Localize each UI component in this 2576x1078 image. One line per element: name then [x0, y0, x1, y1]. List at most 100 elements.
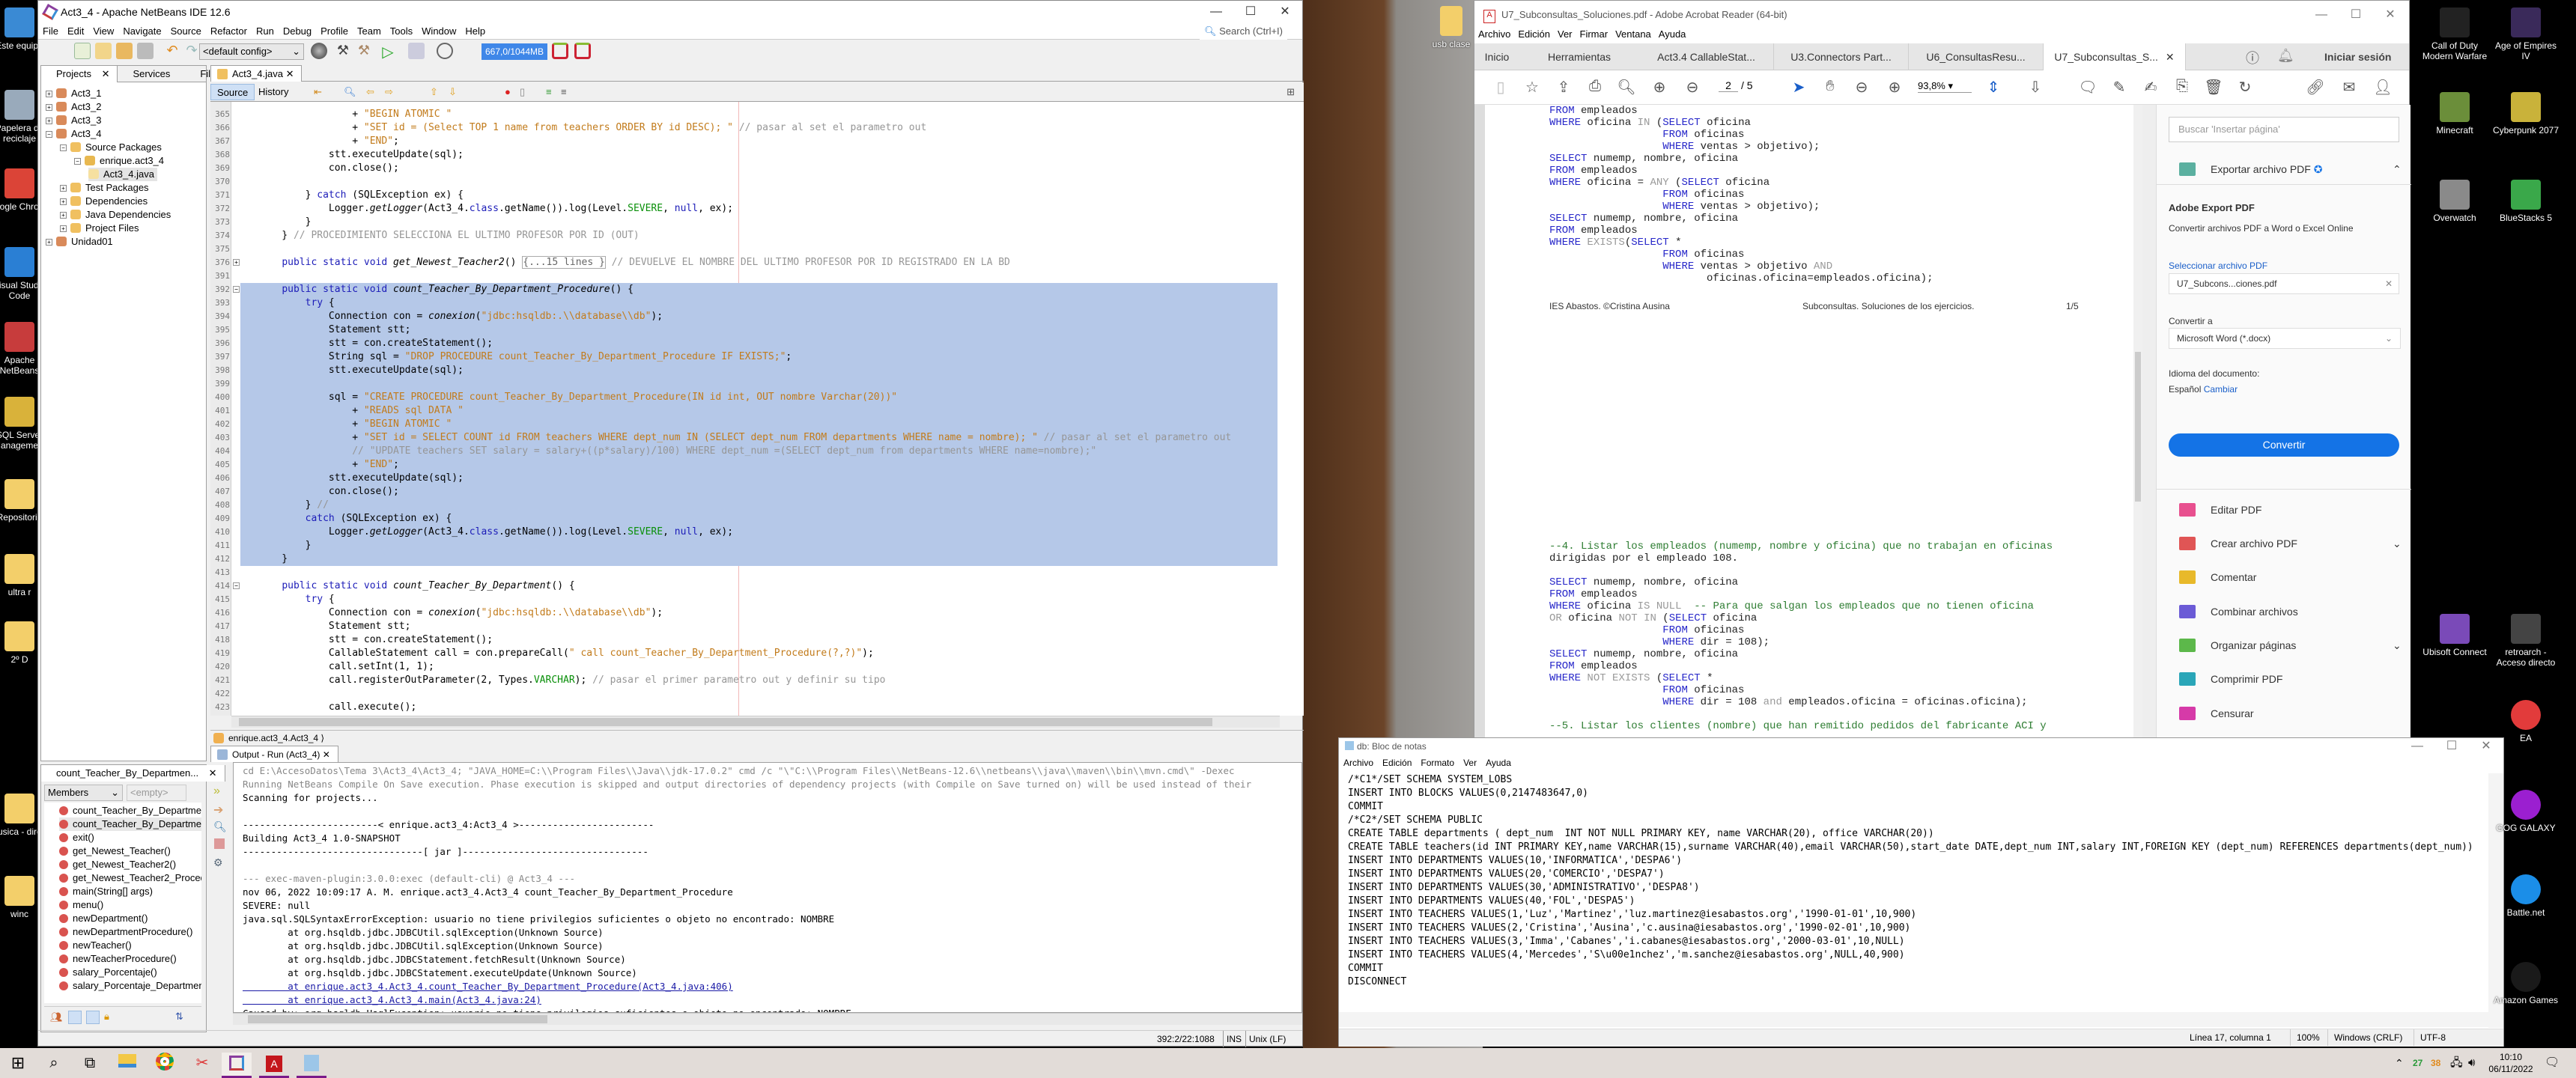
expand-toggle-icon[interactable]: +	[60, 185, 67, 192]
document-tab[interactable]: U6_ConsultasResu...	[1909, 43, 2044, 70]
code-line[interactable]: 365 + "BEGIN ATOMIC "	[210, 108, 1278, 121]
save-all-icon[interactable]	[137, 43, 154, 59]
code-line[interactable]: 367 + "END";	[210, 135, 1278, 148]
breadcrumb-item[interactable]: enrique.act3_4.Act3_4	[228, 733, 318, 743]
fill-sign-icon[interactable]: ⎘	[2172, 78, 2192, 95]
save-icon[interactable]: ▯	[1491, 78, 1510, 97]
settings-icon[interactable]: ⚙	[213, 856, 223, 869]
history-view-button[interactable]: History	[252, 84, 294, 100]
menu-view[interactable]: View	[88, 23, 118, 40]
menu-item[interactable]: Ver	[1463, 758, 1477, 768]
show-hidden-icons[interactable]: ⌃	[2395, 1048, 2404, 1078]
run-icon[interactable]: ▷	[380, 43, 396, 61]
desktop-icon[interactable]: musica - direct	[0, 794, 37, 837]
menu-tools[interactable]: Tools	[386, 23, 417, 40]
code-area[interactable]: 365 + "BEGIN ATOMIC " 366 + "SET id = (Se…	[210, 102, 1304, 716]
expand-toggle-icon[interactable]: +	[46, 91, 52, 97]
pdf-document-view[interactable]: IES Abastos. ©Cristina Ausina Subconsult…	[1474, 105, 2142, 738]
code-line[interactable]: 420 call.setInt(1, 1);	[210, 660, 1278, 674]
tray-badge-green[interactable]: 27	[2413, 1048, 2422, 1078]
member-item[interactable]: newTeacherProcedure()	[59, 952, 177, 966]
maximize-button[interactable]: ☐	[2339, 4, 2373, 26]
member-item[interactable]: count_Teacher_By_Departmen	[59, 804, 201, 817]
chevron-down-icon[interactable]: ⌄	[2393, 637, 2402, 654]
tree-item[interactable]: + Project Files	[60, 222, 139, 235]
clock[interactable]: 10:10 06/11/2022	[2488, 1048, 2534, 1078]
desktop-icon[interactable]: Este equipo	[0, 7, 37, 51]
last-edit-icon[interactable]: ⇤	[308, 84, 328, 100]
member-item[interactable]: get_Newest_Teacher2_Procedu	[59, 871, 201, 885]
desktop-icon[interactable]: Apache NetBeans	[0, 322, 37, 376]
desktop-icon[interactable]: Ubisoft Connect	[2419, 614, 2491, 657]
show-static-toggle[interactable]	[86, 1011, 100, 1024]
inherited-members-icon[interactable]: 👥︎	[50, 1011, 63, 1023]
maximize-button[interactable]: ☐	[2434, 735, 2469, 758]
navigator-scope-select[interactable]: <empty>	[127, 785, 186, 801]
step-icon[interactable]: ➔	[213, 803, 223, 817]
close-button[interactable]: ✕	[2373, 4, 2408, 26]
code-line[interactable]: 411 }	[210, 539, 1278, 552]
desktop-icon[interactable]: Overwatch	[2419, 180, 2491, 223]
menu-item[interactable]: Edición	[1514, 26, 1554, 43]
member-item[interactable]: newDepartment()	[59, 912, 148, 925]
zoom-in-icon[interactable]: ⊕	[1885, 78, 1904, 97]
desktop-icon[interactable]: Cyberpunk 2077	[2490, 92, 2562, 135]
notepad-text-area[interactable]: /*C1*/SET SCHEMA SYSTEM_LOBS INSERT INTO …	[1339, 773, 2488, 1028]
clear-icon[interactable]: ✕	[2385, 274, 2393, 293]
tree-item[interactable]: + Java Dependencies	[60, 208, 171, 222]
chevron-down-icon[interactable]: ⌄	[2393, 535, 2402, 552]
page-down-icon[interactable]: ⊖	[1683, 78, 1702, 97]
chrome-button[interactable]	[150, 1053, 180, 1074]
code-line[interactable]: 417 Statement stt;	[210, 620, 1278, 633]
tree-item[interactable]: + Test Packages	[60, 181, 149, 195]
fold-toggle-icon[interactable]: +	[233, 259, 240, 266]
desktop-icon[interactable]: ultra r	[0, 554, 37, 597]
code-line[interactable]: 368 stt.executeUpdate(sql);	[210, 148, 1278, 162]
code-line[interactable]: 397 String sql = "DROP PROCEDURE count_T…	[210, 350, 1278, 364]
code-line[interactable]: 373 }	[210, 216, 1278, 229]
member-item[interactable]: get_Newest_Teacher2()	[59, 858, 176, 871]
new-project-icon[interactable]	[95, 43, 112, 59]
prev-bookmark-icon[interactable]: ⇧	[424, 84, 444, 100]
menu-item[interactable]: Ventana	[1611, 26, 1655, 43]
output-line[interactable]: at enrique.act3_4.Act3_4.main(Act3_4.jav…	[243, 993, 541, 1007]
member-item[interactable]: newDepartmentProcedure()	[59, 925, 192, 939]
member-item[interactable]: salary_Porcentaje_Department	[59, 979, 201, 993]
code-line[interactable]: 371 } catch (SQLException ex) {	[210, 189, 1278, 202]
tree-item[interactable]: − Source Packages	[60, 141, 162, 154]
expand-toggle-icon[interactable]: −	[46, 131, 52, 138]
tab-services[interactable]: Services	[118, 66, 185, 82]
tree-item[interactable]: + Unidad01	[46, 235, 113, 249]
code-line[interactable]: 376 public static void get_Newest_Teache…	[210, 256, 1278, 270]
minimize-button[interactable]: —	[1199, 1, 1233, 23]
menu-debug[interactable]: Debug	[279, 23, 316, 40]
redo-icon[interactable]: ↷	[183, 43, 200, 59]
notepad-taskbar-button[interactable]	[297, 1053, 326, 1078]
code-line[interactable]: 423 call.execute();	[210, 701, 1278, 714]
expand-toggle-icon[interactable]: +	[60, 212, 67, 219]
desktop-icon[interactable]: winc	[0, 876, 37, 919]
acrobat-taskbar-button[interactable]: A	[259, 1053, 289, 1078]
email-icon[interactable]: ✉	[2339, 78, 2359, 97]
desktop-icon[interactable]: Amazon Games	[2490, 962, 2562, 1005]
find-icon[interactable]: 🔍︎	[338, 84, 362, 100]
document-tab[interactable]: U7_Subconsultas_S... ✕	[2044, 43, 2186, 70]
hand-tool-icon[interactable]: ✋︎	[1820, 78, 1840, 95]
code-line[interactable]: 369 con.close();	[210, 162, 1278, 175]
tree-item[interactable]: Act3_4.java	[88, 168, 157, 181]
tree-item[interactable]: − enrique.act3_4	[74, 154, 164, 168]
scroll-mode-icon[interactable]: ⇩	[2026, 78, 2045, 97]
desktop-icon[interactable]: Age of Empires IV	[2490, 7, 2562, 61]
next-bookmark-icon[interactable]: ⇩	[443, 84, 463, 100]
menu-item[interactable]: Archivo	[1343, 758, 1373, 768]
page-up-icon[interactable]: ⊕	[1650, 78, 1669, 97]
tool-comprimir-pdf[interactable]: Comprimir PDF	[2179, 671, 2282, 687]
code-line[interactable]: 418 stt = con.createStatement();	[210, 633, 1278, 647]
build-icon[interactable]: ⚒	[335, 43, 351, 59]
split-editor-icon[interactable]: ⊞	[1281, 84, 1301, 100]
page-number-input[interactable]: 2	[1719, 79, 1738, 92]
gc-icon[interactable]	[552, 43, 568, 59]
output-horizontal-scrollbar[interactable]	[233, 1013, 1302, 1025]
desktop-icon[interactable]: EA	[2490, 700, 2562, 743]
debug-icon[interactable]	[408, 43, 425, 59]
